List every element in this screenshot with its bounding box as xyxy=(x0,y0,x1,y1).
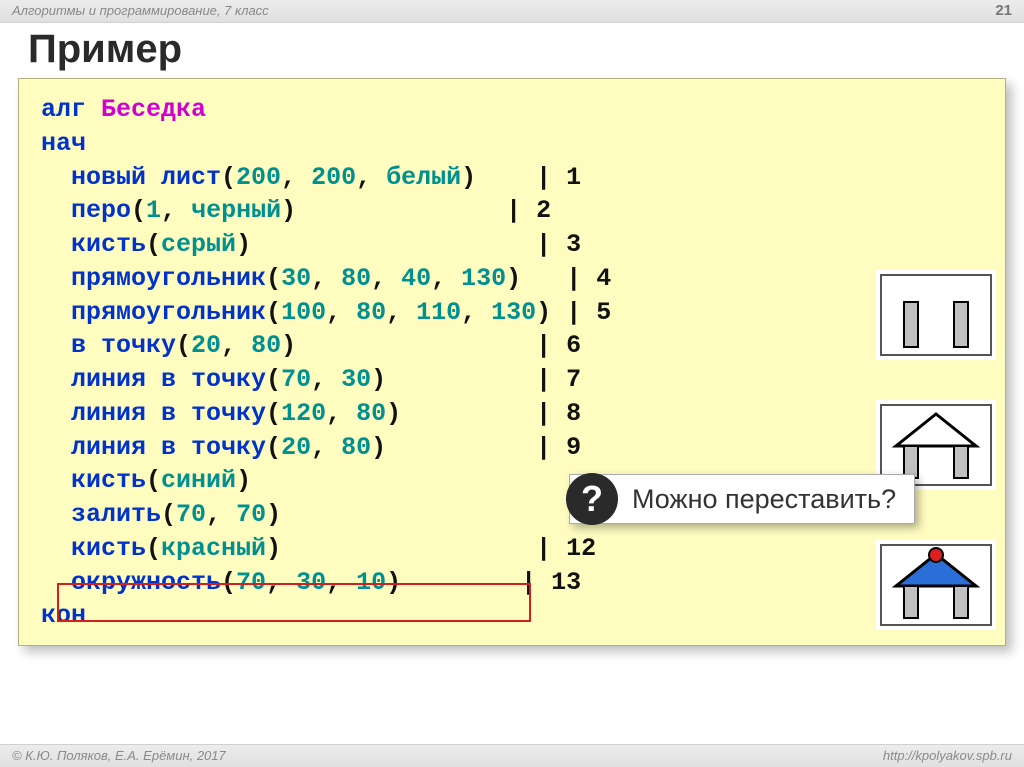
page-title: Пример xyxy=(28,27,996,72)
code-line: алг Беседка xyxy=(41,93,987,127)
code-line: в точку(20, 80) | 6 xyxy=(41,329,987,363)
source-url: http://kpolyakov.spb.ru xyxy=(883,745,1012,767)
code-block: алг Беседка нач новый лист(200, 200, бел… xyxy=(18,78,1006,646)
code-line: перо(1, черный) | 2 xyxy=(41,194,987,228)
figure-pillars-icon xyxy=(876,270,996,360)
figure-house-filled-icon xyxy=(876,540,996,630)
code-line: линия в точку(20, 80) | 9 xyxy=(41,431,987,465)
question-text: Можно переставить? xyxy=(632,484,896,515)
code-line: прямоугольник(30, 80, 40, 130) | 4 xyxy=(41,262,987,296)
question-icon: ? xyxy=(566,473,618,525)
code-line: новый лист(200, 200, белый) | 1 xyxy=(41,161,987,195)
code-line: линия в точку(120, 80) | 8 xyxy=(41,397,987,431)
code-line: кисть(серый) | 3 xyxy=(41,228,987,262)
code-line: кисть(красный) | 12 xyxy=(41,532,987,566)
code-line: нач xyxy=(41,127,987,161)
course-title: Алгоритмы и программирование, 7 класс xyxy=(12,0,269,22)
page-number: 21 xyxy=(995,0,1012,22)
copyright: © К.Ю. Поляков, Е.А. Ерёмин, 2017 xyxy=(12,745,226,767)
highlight-box xyxy=(57,583,531,622)
code-line: линия в точку(70, 30) | 7 xyxy=(41,363,987,397)
code-line: прямоугольник(100, 80, 110, 130) | 5 xyxy=(41,296,987,330)
question-callout: ? Можно переставить? xyxy=(569,474,915,524)
